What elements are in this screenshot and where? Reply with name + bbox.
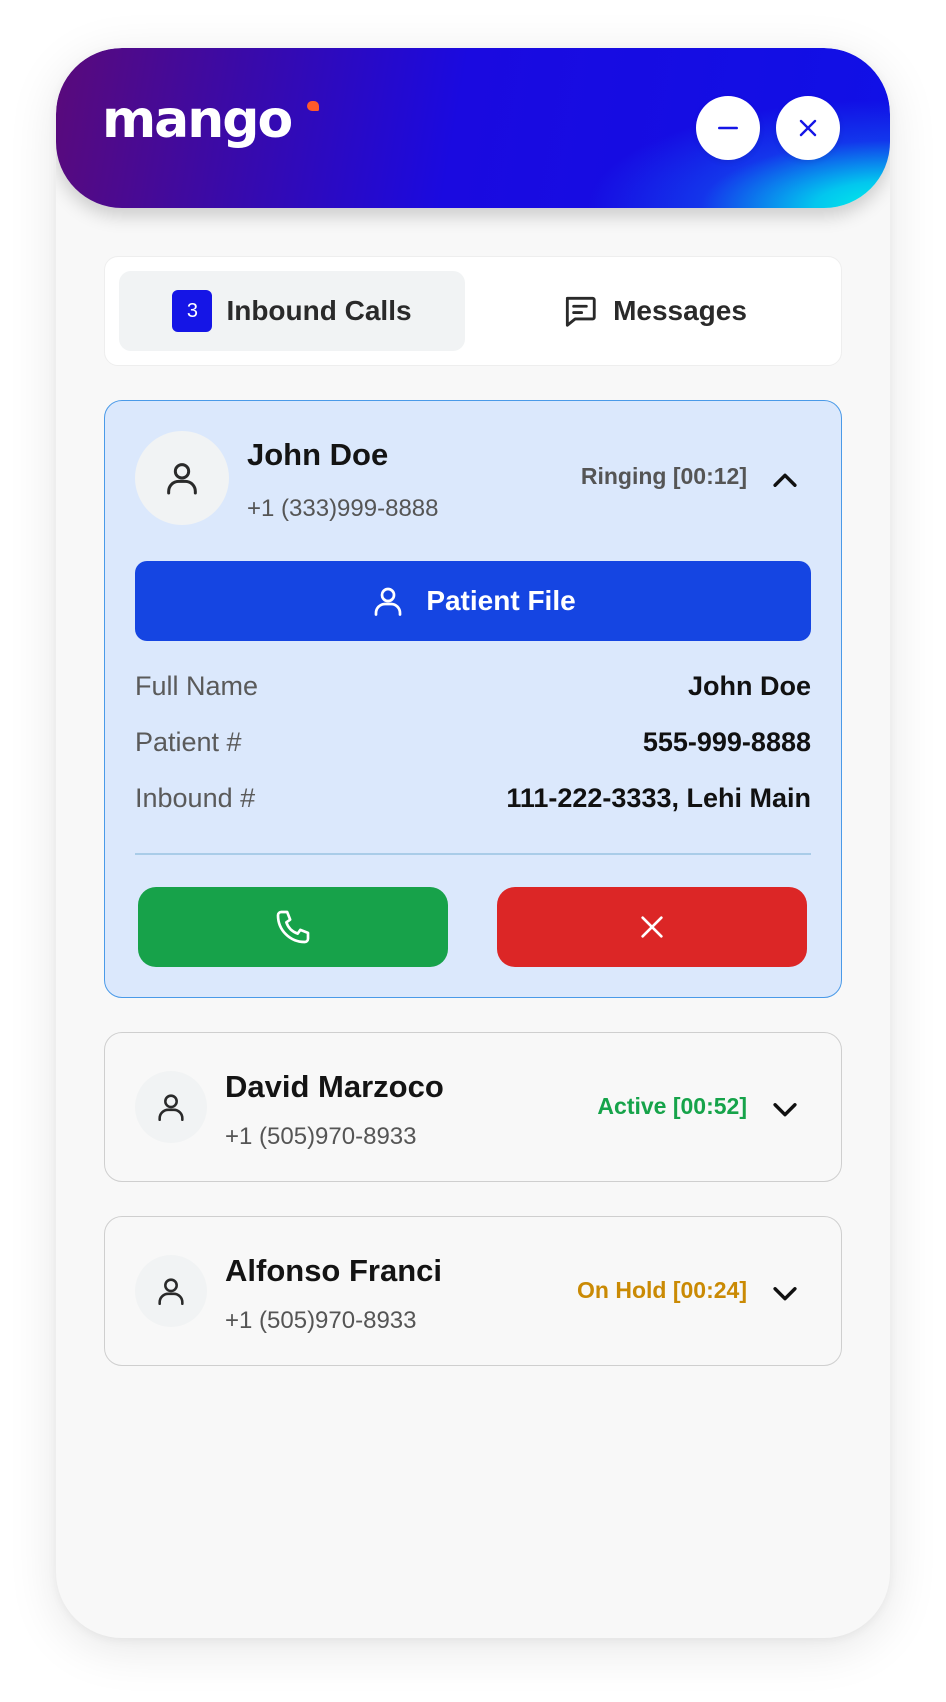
tab-label: Inbound Calls — [226, 295, 412, 326]
accept-call-button[interactable] — [138, 887, 448, 967]
call-status: On Hold [00:24] — [577, 1277, 747, 1303]
chevron-down-icon — [773, 1103, 797, 1117]
call-card-alfonso-franci[interactable]: Alfonso Franci +1 (505)970-8933 On Hold … — [104, 1216, 842, 1366]
avatar — [135, 431, 229, 525]
caller-name: John Doe — [247, 437, 389, 472]
call-status: Active [00:52] — [597, 1093, 747, 1119]
call-status: Ringing [00:12] — [580, 463, 747, 489]
detail-row-patient-number: Patient # 555-999-8888 — [135, 722, 811, 762]
logo-accent-mark — [307, 101, 319, 111]
detail-value: 555-999-8888 — [642, 726, 811, 757]
user-icon — [374, 587, 402, 616]
message-square-icon — [565, 296, 596, 327]
user-icon — [167, 463, 197, 495]
caller-name: David Marzoco — [225, 1069, 444, 1104]
avatar — [135, 1071, 207, 1143]
detail-row-full-name: Full Name John Doe — [135, 666, 811, 706]
tab-bar: 3 Inbound Calls Messages — [104, 256, 842, 366]
detail-value: John Doe — [687, 670, 811, 701]
collapse-button[interactable] — [765, 461, 805, 501]
avatar — [135, 1255, 207, 1327]
detail-row-inbound-number: Inbound # 111-222-3333, Lehi Main — [135, 778, 811, 818]
close-window-button[interactable] — [776, 96, 840, 160]
call-widget: mango 3 Inbound Calls Messages John Doe … — [56, 48, 890, 1638]
divider — [135, 853, 811, 855]
caller-phone: +1 (333)999-8888 — [247, 495, 439, 522]
minimize-button[interactable] — [696, 96, 760, 160]
phone-icon — [276, 910, 310, 944]
minus-icon — [718, 126, 738, 130]
caller-name: Alfonso Franci — [225, 1253, 443, 1288]
caller-phone: +1 (505)970-8933 — [225, 1307, 417, 1334]
decline-call-button[interactable] — [497, 887, 807, 967]
chevron-down-icon — [773, 1287, 797, 1301]
detail-value: 111-222-3333, Lehi Main — [506, 782, 811, 813]
patient-file-button[interactable]: Patient File — [135, 561, 811, 641]
user-icon — [158, 1278, 184, 1306]
close-icon — [641, 916, 663, 938]
header-bar: mango — [56, 48, 890, 208]
chevron-up-icon — [773, 473, 797, 487]
call-card-john-doe[interactable]: John Doe +1 (333)999-8888 Ringing [00:12… — [104, 400, 842, 998]
detail-label: Patient # — [135, 726, 242, 757]
close-icon — [799, 119, 817, 137]
user-icon — [158, 1094, 184, 1122]
inbound-count-badge: 3 — [172, 290, 213, 332]
tab-messages[interactable]: Messages — [479, 271, 829, 351]
expand-button[interactable] — [765, 1273, 805, 1313]
detail-label: Full Name — [135, 670, 259, 701]
caller-phone: +1 (505)970-8933 — [225, 1123, 417, 1150]
patient-file-label: Patient File — [426, 585, 576, 616]
mango-logo: mango — [102, 90, 293, 150]
detail-label: Inbound # — [135, 782, 256, 813]
tab-label: Messages — [613, 295, 747, 326]
expand-button[interactable] — [765, 1089, 805, 1129]
call-card-david-marzoco[interactable]: David Marzoco +1 (505)970-8933 Active [0… — [104, 1032, 842, 1182]
tab-inbound-calls[interactable]: 3 Inbound Calls — [119, 271, 465, 351]
